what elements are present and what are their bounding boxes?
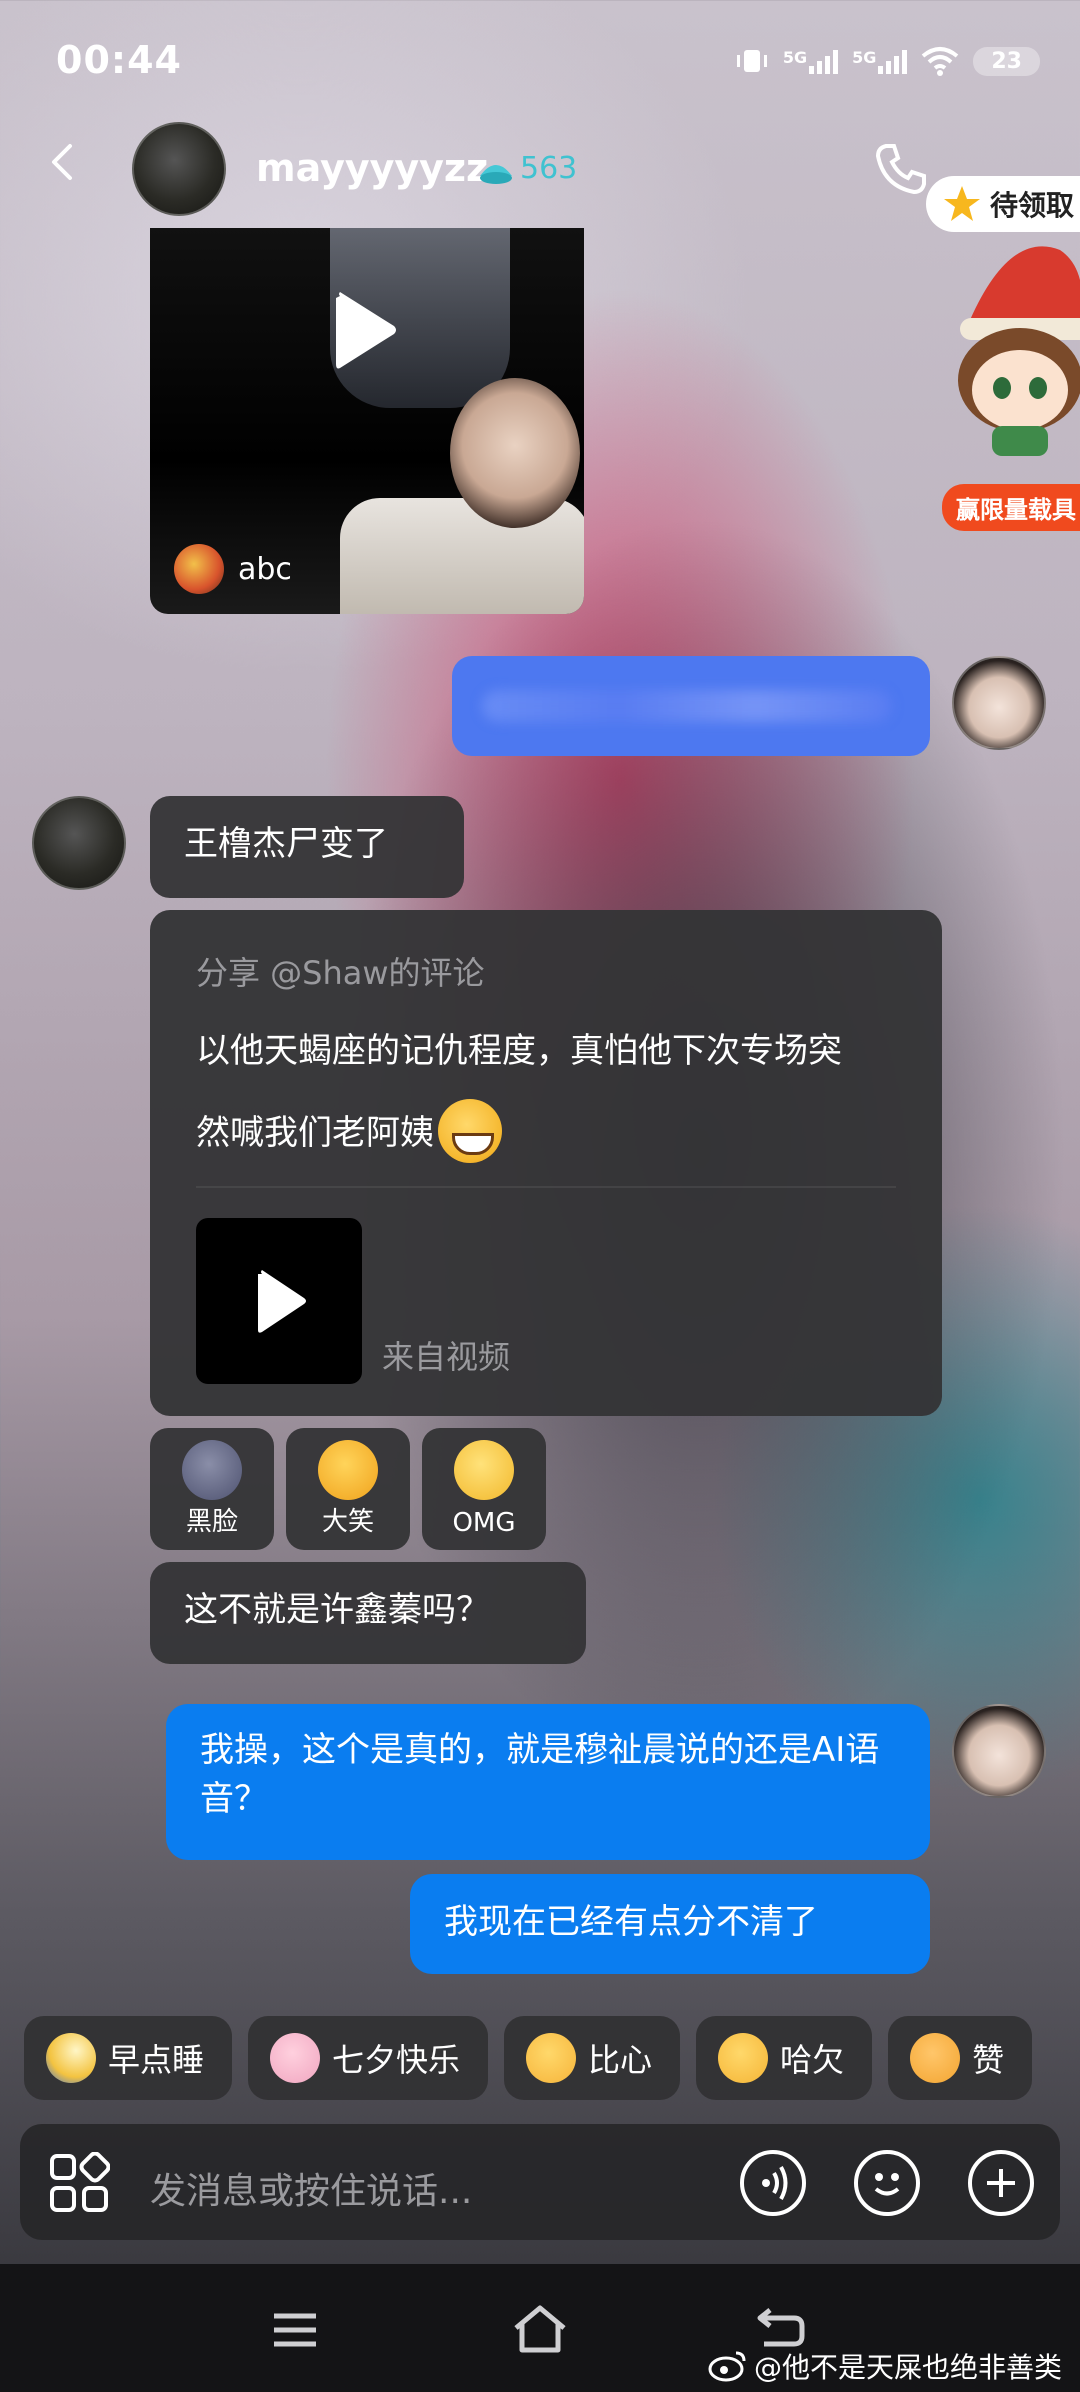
share-source: 来自视频 [382,1338,511,1376]
message-input[interactable]: 发消息或按住说话... [150,2162,472,2214]
contact-avatar-incoming[interactable] [32,796,126,890]
play-icon[interactable] [196,1218,362,1384]
incoming-message[interactable]: 这不就是许鑫蓁吗？ [150,1562,586,1664]
quick-reply-row: 早点睡 七夕快乐 比心 哈欠 赞 [24,2016,1033,2100]
vibrate-icon [736,50,767,72]
apps-grid-icon[interactable] [48,2152,110,2214]
video-message-card[interactable]: abc [150,228,584,614]
reaction-omg[interactable]: OMG [422,1428,546,1550]
status-time: 00:44 [56,38,182,82]
share-divider [196,1186,896,1188]
mascot-icon[interactable] [940,230,1080,460]
magpie-icon [270,2033,321,2083]
contact-name[interactable]: mayyyyyzz [256,146,488,190]
watermark: @他不是天屎也绝非善类 [708,2346,1062,2386]
reaction-laugh[interactable]: 大笑 [286,1428,410,1550]
phone-call-icon[interactable] [872,140,930,198]
video-thumbnail-face [450,378,580,528]
my-avatar[interactable] [952,656,1046,750]
share-video-thumbnail[interactable] [196,1218,362,1384]
omg-face-icon [454,1440,514,1500]
shared-comment-card[interactable]: 分享 @Shaw的评论 以他天蝎座的记仇程度，真怕他下次专场突 然喊我们老阿姨 来… [150,910,942,1416]
grin-emoji-icon [438,1098,502,1163]
message-input-bar: 发消息或按住说话... [20,2124,1060,2240]
reaction-dark-face[interactable]: 黑脸 [150,1428,274,1550]
weibo-logo-icon [708,2351,746,2382]
share-title: 分享 @Shaw的评论 [196,954,485,992]
battery-indicator: 23 [973,46,1040,76]
laugh-icon [318,1440,378,1500]
source-avatar [174,544,224,594]
streak-badge: 563 [476,150,577,186]
spark-icon [480,165,512,184]
thumbs-up-icon [910,2033,961,2083]
wifi-icon [922,47,959,76]
status-icons: 5G 5G 23 [735,46,1040,76]
star-icon [944,186,980,221]
quick-reply-sleep[interactable]: 早点睡 [24,2016,233,2100]
emoji-icon[interactable] [854,2150,920,2216]
share-body: 以他天蝎座的记仇程度，真怕他下次专场突 然喊我们老阿姨 [196,1010,896,1174]
my-avatar[interactable] [952,1704,1046,1798]
quick-reply-qixi[interactable]: 七夕快乐 [248,2016,489,2100]
play-icon[interactable] [330,290,400,370]
moon-icon [46,2033,96,2083]
home-icon[interactable] [510,2304,570,2356]
yawn-face-icon [718,2033,769,2083]
plus-icon[interactable] [968,2150,1034,2216]
signal-1: 5G [783,48,839,74]
quick-reply-heart[interactable]: 比心 [504,2016,681,2100]
reward-pending-button[interactable]: 待领取 [926,176,1080,232]
back-icon[interactable] [46,142,76,182]
voice-icon[interactable] [740,2150,806,2216]
menu-icon[interactable] [270,2310,320,2350]
quick-reply-yawn[interactable]: 哈欠 [696,2016,873,2100]
heart-hands-icon [526,2033,577,2083]
incoming-message[interactable]: 王橹杰尸变了 [150,796,464,898]
contact-avatar[interactable] [132,122,226,216]
signal-2: 5G [852,48,908,74]
dark-face-icon [182,1440,242,1500]
outgoing-message[interactable]: 我现在已经有点分不清了 [410,1874,930,1974]
outgoing-blurred-message[interactable] [452,656,930,756]
video-source: abc [174,544,292,594]
outgoing-message[interactable]: 我操，这个是真的，就是穆祉晨说的还是AI语音？ [166,1704,930,1860]
quick-reply-like[interactable]: 赞 [888,2016,1033,2100]
promo-tag[interactable]: 赢限量载具 [942,484,1080,531]
